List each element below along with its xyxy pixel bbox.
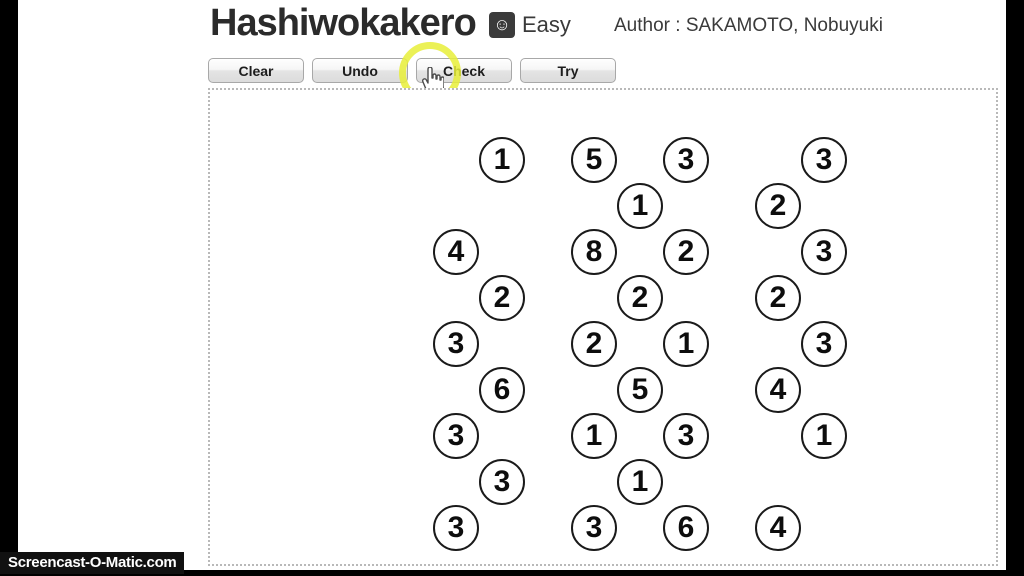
island-node[interactable]: 6 xyxy=(479,367,525,413)
island-node[interactable]: 3 xyxy=(801,321,847,367)
island-node[interactable]: 3 xyxy=(663,137,709,183)
clear-button[interactable]: Clear xyxy=(208,58,304,83)
island-layer: 153312482322232136543131313364 xyxy=(210,90,996,564)
island-node[interactable]: 2 xyxy=(755,183,801,229)
try-button[interactable]: Try xyxy=(520,58,616,83)
puzzle-board[interactable]: 153312482322232136543131313364 xyxy=(208,88,998,566)
puzzle-face-icon: ☺ xyxy=(489,12,515,38)
island-node[interactable]: 1 xyxy=(663,321,709,367)
right-letterbox xyxy=(1006,0,1024,576)
screen-capture: Hashiwokakero ☺ Easy Author : SAKAMOTO, … xyxy=(0,0,1024,576)
island-node[interactable]: 2 xyxy=(663,229,709,275)
island-node[interactable]: 5 xyxy=(617,367,663,413)
island-node[interactable]: 3 xyxy=(663,413,709,459)
undo-button[interactable]: Undo xyxy=(312,58,408,83)
island-node[interactable]: 2 xyxy=(755,275,801,321)
island-node[interactable]: 2 xyxy=(617,275,663,321)
island-node[interactable]: 1 xyxy=(571,413,617,459)
island-node[interactable]: 4 xyxy=(433,229,479,275)
island-node[interactable]: 1 xyxy=(801,413,847,459)
difficulty-label: Easy xyxy=(522,12,571,37)
check-button[interactable]: Check xyxy=(416,58,512,83)
page-header: Hashiwokakero ☺ Easy Author : SAKAMOTO, … xyxy=(18,0,1006,52)
island-node[interactable]: 3 xyxy=(433,321,479,367)
island-node[interactable]: 1 xyxy=(617,459,663,505)
island-node[interactable]: 4 xyxy=(755,367,801,413)
island-node[interactable]: 2 xyxy=(479,275,525,321)
island-node[interactable]: 3 xyxy=(433,505,479,551)
author-label: Author : SAKAMOTO, Nobuyuki xyxy=(614,15,883,36)
island-node[interactable]: 3 xyxy=(801,137,847,183)
island-node[interactable]: 1 xyxy=(479,137,525,183)
island-node[interactable]: 3 xyxy=(571,505,617,551)
screencast-watermark: Screencast-O-Matic.com xyxy=(0,552,185,574)
page-title: Hashiwokakero xyxy=(210,2,477,44)
island-node[interactable]: 3 xyxy=(801,229,847,275)
puzzle-page: Hashiwokakero ☺ Easy Author : SAKAMOTO, … xyxy=(18,0,1006,570)
left-letterbox xyxy=(0,0,18,576)
island-node[interactable]: 8 xyxy=(571,229,617,275)
island-node[interactable]: 4 xyxy=(755,505,801,551)
island-node[interactable]: 1 xyxy=(617,183,663,229)
island-node[interactable]: 3 xyxy=(479,459,525,505)
island-node[interactable]: 3 xyxy=(433,413,479,459)
island-node[interactable]: 2 xyxy=(571,321,617,367)
island-node[interactable]: 5 xyxy=(571,137,617,183)
island-node[interactable]: 6 xyxy=(663,505,709,551)
